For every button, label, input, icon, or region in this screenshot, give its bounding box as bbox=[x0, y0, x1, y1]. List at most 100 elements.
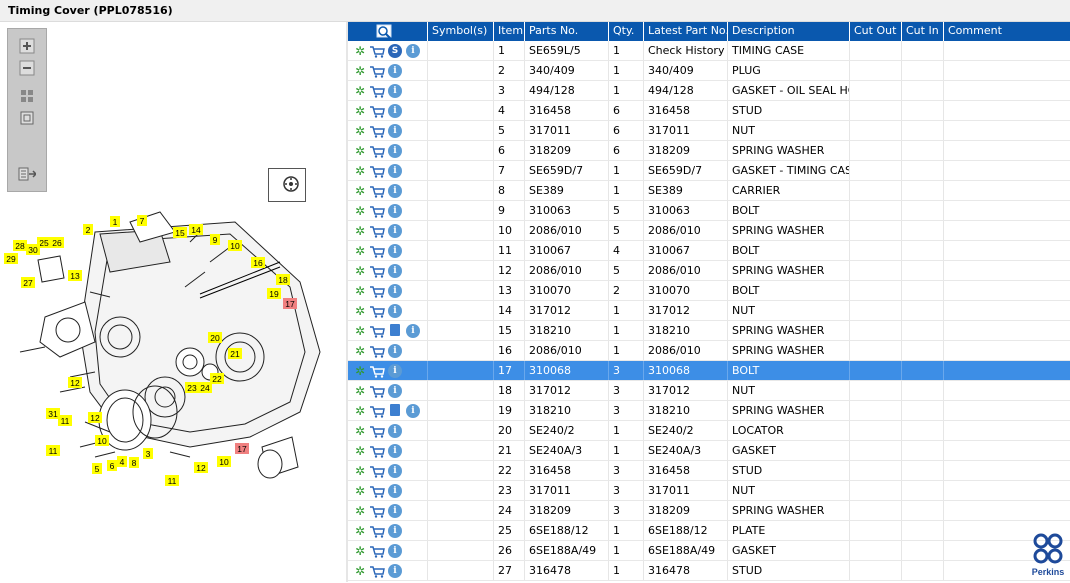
table-row[interactable]: ✲ i 2 340/409 1 340/409 PLUG bbox=[348, 61, 1070, 81]
cart-icon[interactable] bbox=[369, 304, 385, 318]
table-row[interactable]: ✲ i 15 318210 1 318210 SPRING WASHER bbox=[348, 321, 1070, 341]
info-icon[interactable]: i bbox=[388, 264, 402, 278]
table-row[interactable]: ✲ i 6 318209 6 318209 SPRING WASHER bbox=[348, 141, 1070, 161]
info-icon[interactable]: i bbox=[388, 424, 402, 438]
gear-icon[interactable]: ✲ bbox=[354, 444, 366, 458]
cart-icon[interactable] bbox=[369, 284, 385, 298]
info-icon[interactable]: i bbox=[388, 304, 402, 318]
zoom-out-button[interactable] bbox=[17, 59, 37, 77]
gear-icon[interactable]: ✲ bbox=[354, 204, 366, 218]
column-header-item[interactable]: Item bbox=[494, 22, 525, 41]
table-row[interactable]: ✲ i 24 318209 3 318209 SPRING WASHER bbox=[348, 501, 1070, 521]
table-row[interactable]: ✲ i 26 6SE188A/49 1 6SE188A/49 GASKET bbox=[348, 541, 1070, 561]
gear-icon[interactable]: ✲ bbox=[354, 44, 366, 58]
table-row[interactable]: ✲ i 4 316458 6 316458 STUD bbox=[348, 101, 1070, 121]
cart-icon[interactable] bbox=[369, 564, 385, 578]
gear-icon[interactable]: ✲ bbox=[354, 404, 366, 418]
fit-page-button[interactable] bbox=[17, 87, 37, 105]
gear-icon[interactable]: ✲ bbox=[354, 524, 366, 538]
gear-icon[interactable]: ✲ bbox=[354, 344, 366, 358]
table-row[interactable]: ✲ i 16 2086/010 1 2086/010 SPRING WASHER bbox=[348, 341, 1070, 361]
gear-icon[interactable]: ✲ bbox=[354, 464, 366, 478]
info-icon[interactable]: i bbox=[388, 244, 402, 258]
table-row[interactable]: ✲ i 5 317011 6 317011 NUT bbox=[348, 121, 1070, 141]
column-header-symbols[interactable]: Symbol(s) bbox=[428, 22, 494, 41]
cart-icon[interactable] bbox=[369, 244, 385, 258]
cart-icon[interactable] bbox=[369, 184, 385, 198]
gear-icon[interactable]: ✲ bbox=[354, 104, 366, 118]
info-icon[interactable]: i bbox=[388, 544, 402, 558]
table-row[interactable]: ✲ i 21 SE240A/3 1 SE240A/3 GASKET bbox=[348, 441, 1070, 461]
info-icon[interactable]: i bbox=[406, 324, 420, 338]
gear-icon[interactable]: ✲ bbox=[354, 184, 366, 198]
cart-icon[interactable] bbox=[369, 144, 385, 158]
zoom-in-button[interactable] bbox=[17, 37, 37, 55]
column-header-latest-part-no[interactable]: Latest Part No. bbox=[644, 22, 729, 41]
note-book-icon[interactable] bbox=[390, 404, 400, 416]
info-icon[interactable]: i bbox=[388, 204, 402, 218]
cart-icon[interactable] bbox=[369, 444, 385, 458]
gear-icon[interactable]: ✲ bbox=[354, 324, 366, 338]
gear-icon[interactable]: ✲ bbox=[354, 544, 366, 558]
table-row[interactable]: ✲ i 25 6SE188/12 1 6SE188/12 PLATE bbox=[348, 521, 1070, 541]
cart-icon[interactable] bbox=[369, 124, 385, 138]
gear-icon[interactable]: ✲ bbox=[354, 564, 366, 578]
table-row[interactable]: ✲ i 19 318210 3 318210 SPRING WASHER bbox=[348, 401, 1070, 421]
actual-size-button[interactable] bbox=[17, 109, 37, 127]
table-row[interactable]: ✲ i 17 310068 3 310068 BOLT bbox=[348, 361, 1070, 381]
table-row[interactable]: ✲ i 7 SE659D/7 1 SE659D/7 GASKET - TIMING CASE bbox=[348, 161, 1070, 181]
info-icon[interactable]: i bbox=[388, 464, 402, 478]
info-icon[interactable]: i bbox=[406, 404, 420, 418]
cart-icon[interactable] bbox=[369, 364, 385, 378]
column-header-cut-in[interactable]: Cut In bbox=[902, 22, 944, 41]
info-icon[interactable]: i bbox=[388, 164, 402, 178]
cart-icon[interactable] bbox=[369, 104, 385, 118]
column-header-cut-out[interactable]: Cut Out bbox=[850, 22, 902, 41]
cart-icon[interactable] bbox=[369, 464, 385, 478]
cart-icon[interactable] bbox=[369, 524, 385, 538]
gear-icon[interactable]: ✲ bbox=[354, 504, 366, 518]
cart-icon[interactable] bbox=[369, 544, 385, 558]
gear-icon[interactable]: ✲ bbox=[354, 84, 366, 98]
exploded-parts-diagram[interactable]: 1 2 3 4 5 6 7 8 9 10 10 10 11 11 11 12 1… bbox=[0, 202, 346, 502]
cart-icon[interactable] bbox=[369, 324, 385, 338]
info-icon[interactable]: i bbox=[388, 224, 402, 238]
cart-icon[interactable] bbox=[369, 484, 385, 498]
info-icon[interactable]: i bbox=[388, 284, 402, 298]
info-icon[interactable]: i bbox=[388, 124, 402, 138]
cart-icon[interactable] bbox=[369, 504, 385, 518]
info-icon[interactable]: i bbox=[388, 384, 402, 398]
info-icon[interactable]: i bbox=[388, 144, 402, 158]
cart-icon[interactable] bbox=[369, 64, 385, 78]
supersession-icon[interactable]: S bbox=[388, 44, 402, 58]
gear-icon[interactable]: ✲ bbox=[354, 64, 366, 78]
gear-icon[interactable]: ✲ bbox=[354, 244, 366, 258]
table-row[interactable]: ✲ i 14 317012 1 317012 NUT bbox=[348, 301, 1070, 321]
gear-icon[interactable]: ✲ bbox=[354, 264, 366, 278]
cart-icon[interactable] bbox=[369, 384, 385, 398]
table-row[interactable]: ✲ i 11 310067 4 310067 BOLT bbox=[348, 241, 1070, 261]
table-row[interactable]: ✲ i 13 310070 2 310070 BOLT bbox=[348, 281, 1070, 301]
cart-icon[interactable] bbox=[369, 44, 385, 58]
column-header-comment[interactable]: Comment bbox=[944, 22, 1070, 41]
table-row[interactable]: ✲ i 12 2086/010 5 2086/010 SPRING WASHER bbox=[348, 261, 1070, 281]
gear-icon[interactable]: ✲ bbox=[354, 124, 366, 138]
column-header-qty[interactable]: Qty. bbox=[609, 22, 644, 41]
gear-icon[interactable]: ✲ bbox=[354, 484, 366, 498]
gear-icon[interactable]: ✲ bbox=[354, 424, 366, 438]
info-icon[interactable]: i bbox=[388, 564, 402, 578]
column-header-parts-no[interactable]: Parts No. bbox=[525, 22, 609, 41]
info-icon[interactable]: i bbox=[388, 524, 402, 538]
table-row[interactable]: ✲ i 23 317011 3 317011 NUT bbox=[348, 481, 1070, 501]
info-icon[interactable]: i bbox=[388, 344, 402, 358]
diagram-thumbnail[interactable] bbox=[268, 168, 306, 202]
cart-icon[interactable] bbox=[369, 264, 385, 278]
gear-icon[interactable]: ✲ bbox=[354, 164, 366, 178]
table-row[interactable]: ✲ i 10 2086/010 5 2086/010 SPRING WASHER bbox=[348, 221, 1070, 241]
table-row[interactable]: ✲i3494/1281494/128GASKET - OIL SEAL HOU bbox=[348, 81, 1070, 101]
gear-icon[interactable]: ✲ bbox=[354, 384, 366, 398]
info-icon[interactable]: i bbox=[388, 84, 402, 98]
table-row[interactable]: ✲ i 9 310063 5 310063 BOLT bbox=[348, 201, 1070, 221]
column-header-actions[interactable] bbox=[348, 22, 428, 41]
cart-icon[interactable] bbox=[369, 404, 385, 418]
